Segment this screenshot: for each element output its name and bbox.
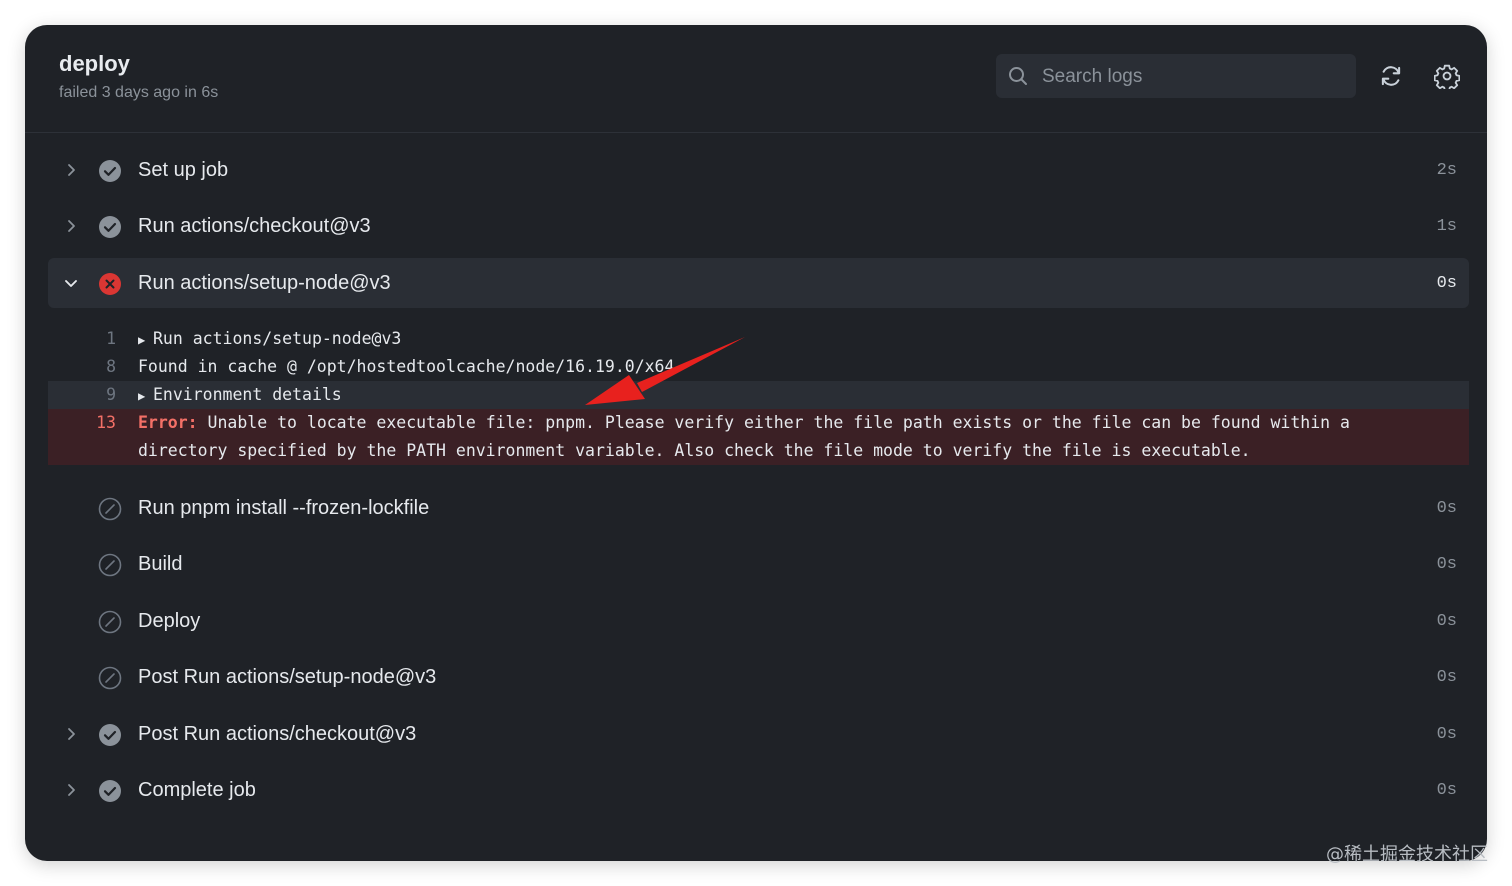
chevron-down-icon	[65, 280, 77, 287]
skipped-icon	[98, 610, 122, 634]
refresh-icon	[1381, 66, 1401, 86]
log-line[interactable]: 1 ▶ Run actions/setup-node@v3	[48, 325, 1469, 353]
step-name: Build	[138, 553, 183, 575]
chevron-right-icon	[68, 164, 75, 176]
gear-icon	[1433, 64, 1461, 92]
error-message: Unable to locate executable file: pnpm. …	[197, 413, 1350, 432]
log-line-number: 9	[106, 385, 116, 404]
job-header: deploy failed 3 days ago in 6s	[25, 25, 1487, 133]
step-duration: 0s	[1436, 274, 1457, 293]
step-row[interactable]: Run pnpm install --frozen-lockfile 0s	[48, 483, 1469, 533]
search-logs-input[interactable]	[1040, 54, 1344, 100]
log-error-line[interactable]: 13 Error: Unable to locate executable fi…	[48, 409, 1469, 465]
step-name: Set up job	[138, 159, 229, 181]
caret-right-icon: ▶	[138, 333, 146, 347]
check-circle-icon	[99, 160, 121, 182]
step-row[interactable]: Deploy 0s	[48, 596, 1469, 646]
step-duration: 0s	[1436, 781, 1457, 800]
step-name: Post Run actions/setup-node@v3	[138, 666, 437, 688]
step-row[interactable]: Post Run actions/checkout@v3 0s	[48, 709, 1469, 759]
chevron-right-icon	[68, 784, 75, 796]
step-name: Complete job	[138, 779, 256, 801]
step-duration: 0s	[1436, 499, 1457, 518]
log-line[interactable]: 9 ▶ Environment details	[48, 381, 1469, 409]
log-line-number: 1	[106, 329, 116, 348]
settings-button[interactable]	[1433, 63, 1461, 92]
step-duration: 0s	[1436, 725, 1457, 744]
search-icon	[1009, 67, 1027, 85]
skipped-icon	[98, 553, 122, 577]
skipped-icon	[98, 497, 122, 521]
check-circle-icon	[99, 216, 121, 238]
step-row-expanded[interactable]: Run actions/setup-node@v3 0s	[48, 258, 1469, 308]
step-name: Run actions/setup-node@v3	[138, 272, 391, 294]
error-keyword: Error:	[138, 413, 198, 432]
step-row[interactable]: Run actions/checkout@v3 1s	[48, 201, 1469, 251]
caret-right-icon: ▶	[138, 389, 146, 403]
step-duration: 0s	[1436, 612, 1457, 631]
step-name: Run pnpm install --frozen-lockfile	[138, 497, 430, 519]
check-circle-icon	[99, 724, 121, 746]
chevron-right-icon	[68, 220, 75, 232]
skipped-icon	[98, 666, 122, 690]
job-status-text: failed 3 days ago in 6s	[59, 84, 219, 101]
step-row[interactable]: Complete job 0s	[48, 765, 1469, 815]
search-logs-box[interactable]	[996, 54, 1356, 100]
job-title: deploy	[59, 51, 130, 76]
refresh-button[interactable]	[1378, 63, 1404, 89]
log-line-number: 8	[106, 357, 116, 376]
step-duration: 2s	[1436, 161, 1457, 180]
log-line[interactable]: 8 Found in cache @ /opt/hostedtoolcache/…	[48, 353, 1469, 381]
log-line-text: Run actions/setup-node@v3	[153, 329, 402, 348]
step-row[interactable]: Set up job 2s	[48, 145, 1469, 195]
check-circle-icon	[99, 780, 121, 802]
step-duration: 1s	[1436, 217, 1457, 236]
log-line-text: Found in cache @ /opt/hostedtoolcache/no…	[138, 357, 675, 376]
watermark: @稀土掘金技术社区	[1326, 844, 1488, 865]
step-duration: 0s	[1436, 555, 1457, 574]
log-line-text: Environment details	[153, 385, 342, 404]
log-line-number: 13	[96, 413, 116, 432]
chevron-right-icon	[68, 728, 75, 740]
step-name: Run actions/checkout@v3	[138, 215, 371, 237]
step-name: Post Run actions/checkout@v3	[138, 723, 417, 745]
error-message-continued: directory specified by the PATH environm…	[138, 441, 1251, 460]
step-row[interactable]: Build 0s	[48, 539, 1469, 589]
step-name: Deploy	[138, 610, 201, 632]
step-duration: 0s	[1436, 668, 1457, 687]
job-log-panel: deploy failed 3 days ago in 6s Search lo…	[25, 25, 1487, 861]
x-circle-icon	[99, 273, 121, 295]
step-row[interactable]: Post Run actions/setup-node@v3 0s	[48, 652, 1469, 702]
